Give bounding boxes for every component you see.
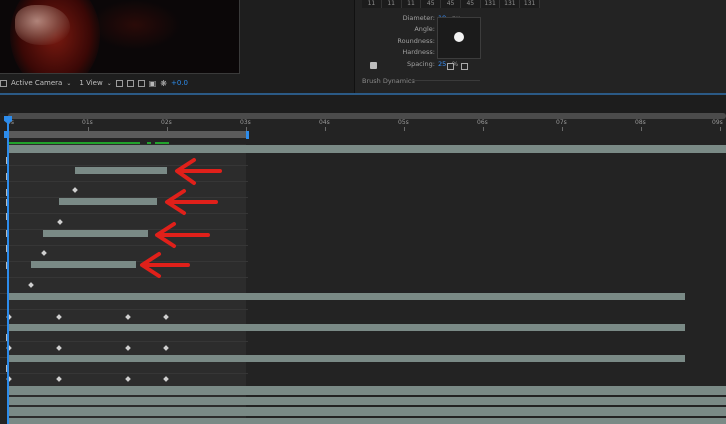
red-arrow-icon [155, 222, 210, 248]
red-arrow-icon [140, 252, 190, 278]
red-arrow-icon [175, 158, 222, 185]
annotation-overlay [140, 158, 222, 278]
red-arrow-icon [165, 189, 218, 215]
